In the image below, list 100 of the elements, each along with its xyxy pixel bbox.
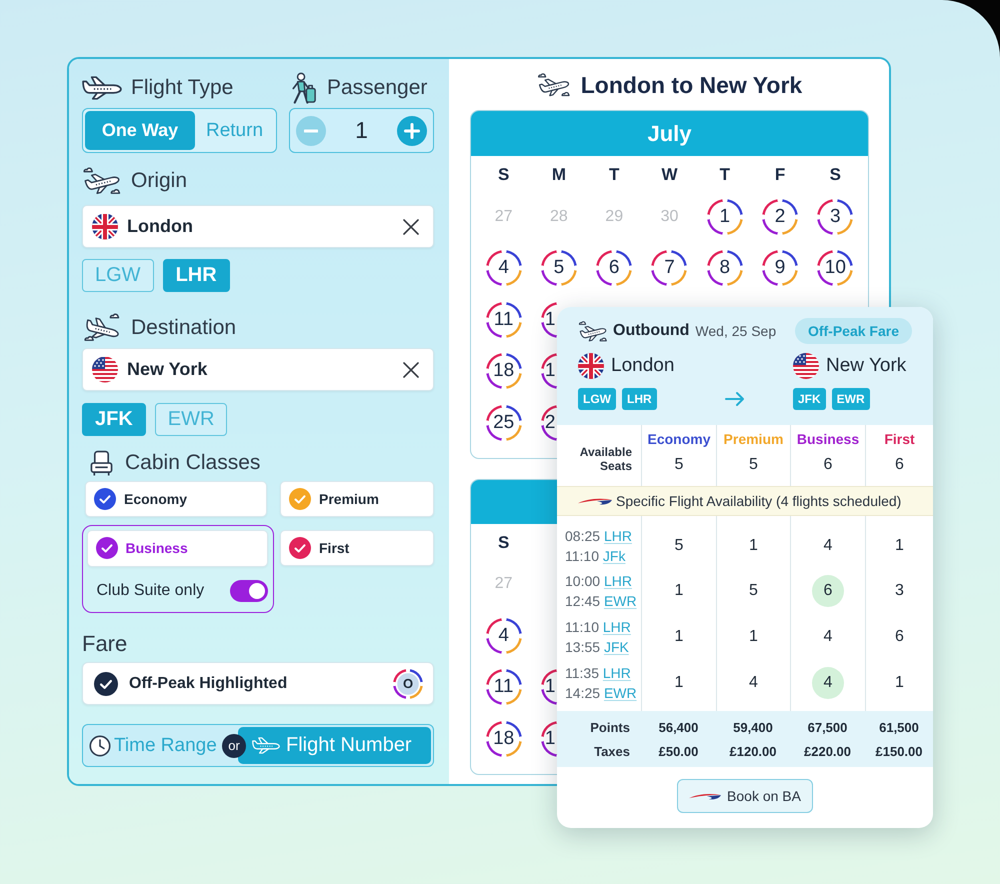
class-name: Economy [647,431,710,447]
plus-icon [404,122,420,138]
city-name: London [611,355,674,377]
seat-count: 4 [824,536,832,555]
month-header: July [471,111,868,156]
or-badge: or [222,734,246,758]
cabin-class-option[interactable]: First [280,530,434,566]
toggle-switch[interactable] [230,580,268,602]
calendar-day[interactable]: 4 [486,618,522,654]
calendar-day[interactable]: 11 [486,669,522,706]
seat-count: 6 [812,575,844,608]
minus-icon [304,128,318,132]
cabin-class-option[interactable]: Economy [85,481,267,517]
arrow-right-icon [725,391,745,407]
calendar-day[interactable]: 7 [651,250,688,286]
section-label: Passenger [327,76,428,100]
clear-icon[interactable] [403,218,419,234]
total-value: 59,400 [732,720,774,735]
cabin-class-option[interactable]: Business [86,530,268,566]
flight-time: 12:45 [565,593,600,610]
flight-time: 11:10 [565,618,599,635]
flight-time: 08:25 [565,528,600,544]
seat-count: 1 [895,536,904,555]
total-label: Taxes [593,744,631,759]
seat-count: 1 [674,582,684,600]
total-value: 67,500 [806,720,848,735]
weekday-label: T [609,165,620,185]
plane-icon [82,76,122,100]
uk-flag-icon [92,214,118,240]
weekday-label: S [498,532,510,552]
calendar-day[interactable]: 8 [706,250,743,286]
total-value: £120.00 [728,744,778,759]
uk-flag-icon [578,353,604,379]
book-button[interactable]: Book on BA [677,779,813,814]
flight-time: 11:10 [565,548,599,564]
seat-count: 5 [749,582,758,600]
flight-time: 10:00 [565,573,600,590]
off-peak-option[interactable]: Off-Peak Highlighted O [82,662,434,705]
airport-tag: LGW [578,388,616,410]
plane-icon [252,737,280,754]
passenger-count: 1 [354,117,369,144]
plane-with-clouds-icon [536,72,571,98]
option-label: Club Suite only [96,582,204,600]
total-value: £50.00 [658,744,700,759]
swoosh-icon [578,496,612,506]
weekday-label: F [774,165,786,185]
origin-field[interactable]: London [82,205,434,248]
increase-button[interactable] [397,116,427,146]
availability-note: Specific Flight Availability (4 flights scheduled) [616,493,902,509]
us-flag-icon [793,353,819,379]
cabin-class-option[interactable]: Premium [280,481,434,517]
weekday-label: M [552,165,566,185]
calendar-day[interactable]: 5 [540,250,577,286]
route-title: London to New York [580,72,802,98]
flight-time: 13:55 [565,638,600,655]
calendar-day[interactable]: 4 [486,250,522,286]
us-flag-icon [92,356,118,382]
plane-with-clouds-icon [82,313,122,343]
seat-count: 6 [895,456,904,474]
calendar-day[interactable]: 11 [486,302,522,338]
calendar-day[interactable]: 10 [817,250,854,286]
seat-count: 3 [895,582,904,600]
total-value: 61,500 [878,720,920,735]
weekday-label: T [720,165,730,185]
seat-count: 6 [895,628,904,646]
calendar-day[interactable]: 3 [817,198,854,235]
total-value: £150.00 [874,744,924,759]
seat-count: 1 [674,674,684,692]
airport-tag: EWR [832,388,870,410]
calendar-day[interactable]: 18 [486,720,522,757]
seat-count: 5 [674,536,684,555]
calendar-day[interactable]: 2 [762,198,798,235]
flight-time: 11:35 [565,664,599,681]
calendar-day[interactable]: 18 [486,353,522,390]
calendar-day[interactable]: 1 [706,198,743,235]
calendar-day[interactable]: 25 [486,404,522,441]
seat-count: 1 [674,628,684,646]
airport-tag: LHR [622,388,657,410]
seat-count: 1 [749,536,758,555]
weekday-label: W [661,165,678,185]
clear-icon[interactable] [403,362,419,378]
swoosh-icon [689,792,722,801]
weekday-label: S [830,165,842,185]
class-name: First [884,431,915,447]
destination-field[interactable]: New York [82,348,434,391]
section-label: Flight Type [131,76,234,100]
seat-count: 1 [749,628,758,646]
calendar-day[interactable]: 9 [762,250,798,286]
seat-icon [90,450,113,476]
clock-icon [89,734,111,756]
seat-count: 4 [749,674,758,692]
calendar-day[interactable]: 6 [596,250,632,286]
seat-count: 5 [749,456,758,474]
seat-count: 6 [824,456,832,474]
city-name: New York [826,355,906,377]
weekday-label: S [498,165,510,185]
direction-label: Outbound [613,322,690,340]
seat-count: 5 [674,456,684,474]
fare-badge: Off-Peak Fare [794,318,912,344]
section-label: Fare [82,631,128,657]
